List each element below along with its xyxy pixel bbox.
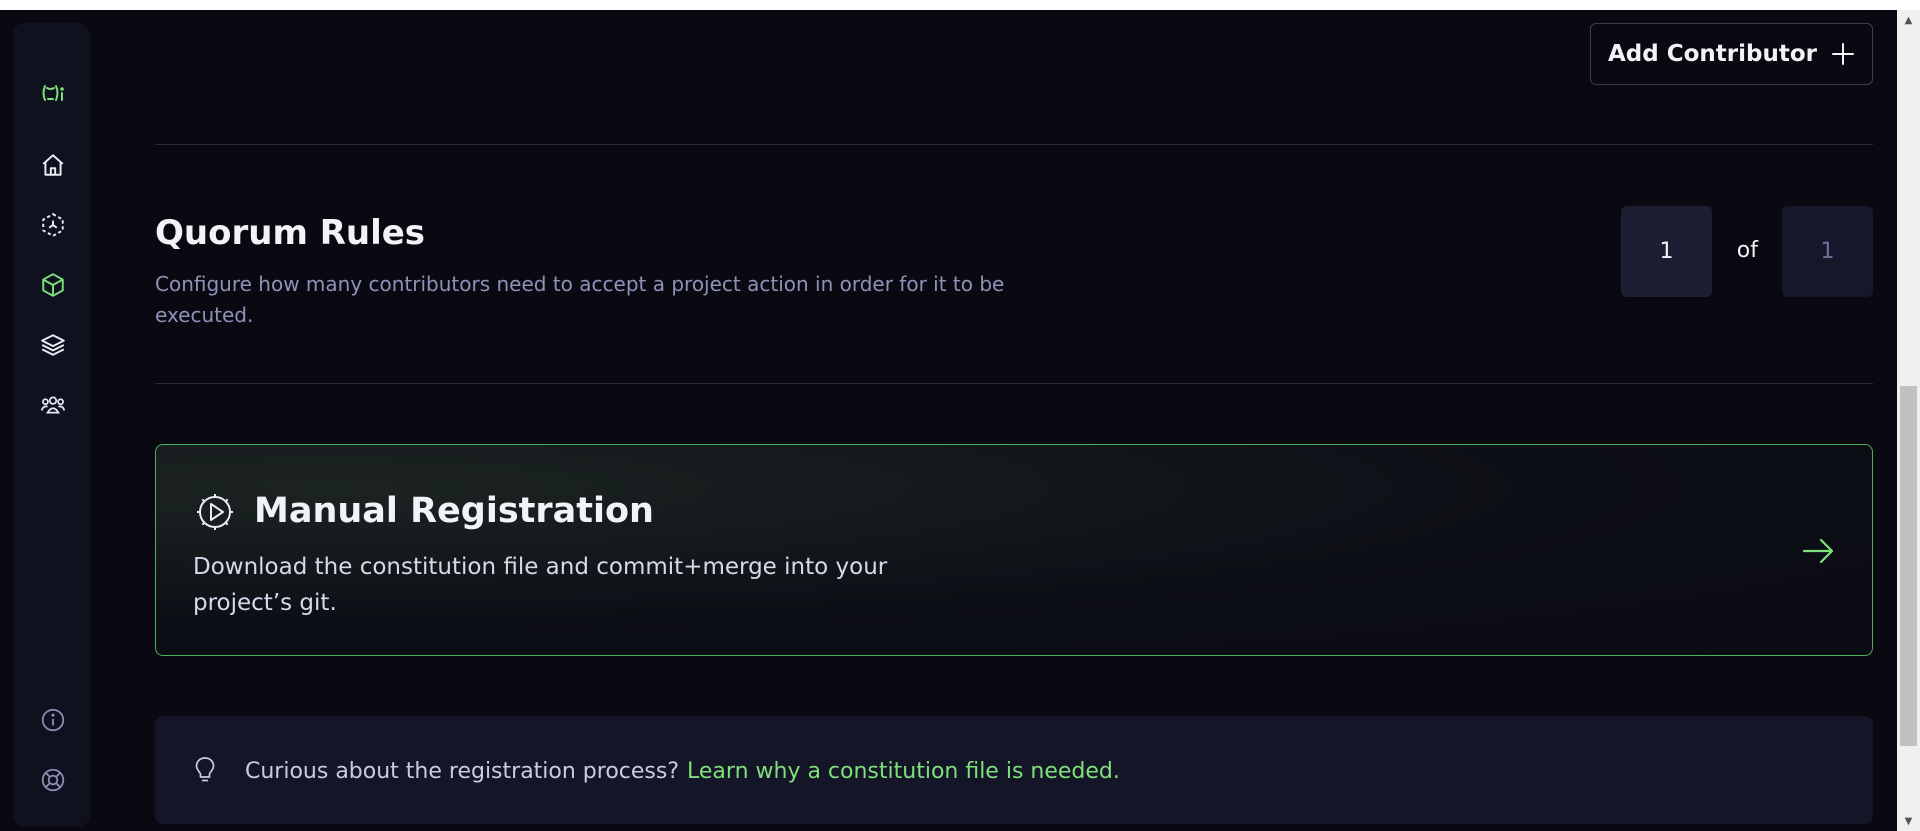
cube-icon[interactable] [39, 271, 67, 299]
quorum-description: Configure how many contributors need to … [155, 272, 1005, 327]
tip-text: Curious about the registration process? L… [245, 759, 1120, 784]
info-tip-banner: Curious about the registration process? L… [155, 716, 1873, 824]
info-icon[interactable] [39, 706, 67, 734]
manual-registration-description: Download the constitution file and commi… [193, 554, 888, 616]
plus-icon [1832, 43, 1854, 65]
sidebar [13, 23, 90, 827]
divider [155, 144, 1873, 145]
users-icon[interactable] [39, 391, 67, 419]
scroll-up-arrow-icon[interactable]: ▲ [1897, 10, 1920, 30]
settings-play-icon [197, 494, 233, 530]
quorum-required-field[interactable]: 1 [1621, 206, 1712, 297]
tip-question: Curious about the registration process? [245, 759, 680, 784]
layers-icon[interactable] [39, 331, 67, 359]
manual-registration-title: Manual Registration [254, 491, 654, 531]
manual-registration-card[interactable]: Manual Registration Download the constit… [155, 444, 1873, 656]
app-viewport: Add Contributor Quorum Rules Configure h… [0, 10, 1897, 831]
divider [155, 383, 1873, 384]
add-contributor-label: Add Contributor [1608, 41, 1817, 67]
network-icon[interactable] [39, 211, 67, 239]
add-contributor-button[interactable]: Add Contributor [1590, 23, 1873, 85]
quorum-of-label: of [1736, 238, 1758, 263]
logo-icon[interactable] [39, 79, 67, 107]
scrollbar-thumb[interactable] [1900, 386, 1917, 746]
scroll-down-arrow-icon[interactable]: ▼ [1897, 811, 1920, 831]
vertical-scrollbar[interactable]: ▲ ▼ [1897, 10, 1920, 831]
home-icon[interactable] [39, 151, 67, 179]
main-content: Add Contributor Quorum Rules Configure h… [155, 10, 1873, 831]
quorum-total-field: 1 [1782, 206, 1873, 297]
learn-more-link[interactable]: Learn why a constitution file is needed. [687, 759, 1120, 784]
lightbulb-icon [195, 757, 215, 782]
quorum-title: Quorum Rules [155, 213, 426, 253]
help-lifebuoy-icon[interactable] [39, 766, 67, 794]
arrow-right-icon[interactable] [1800, 533, 1836, 569]
